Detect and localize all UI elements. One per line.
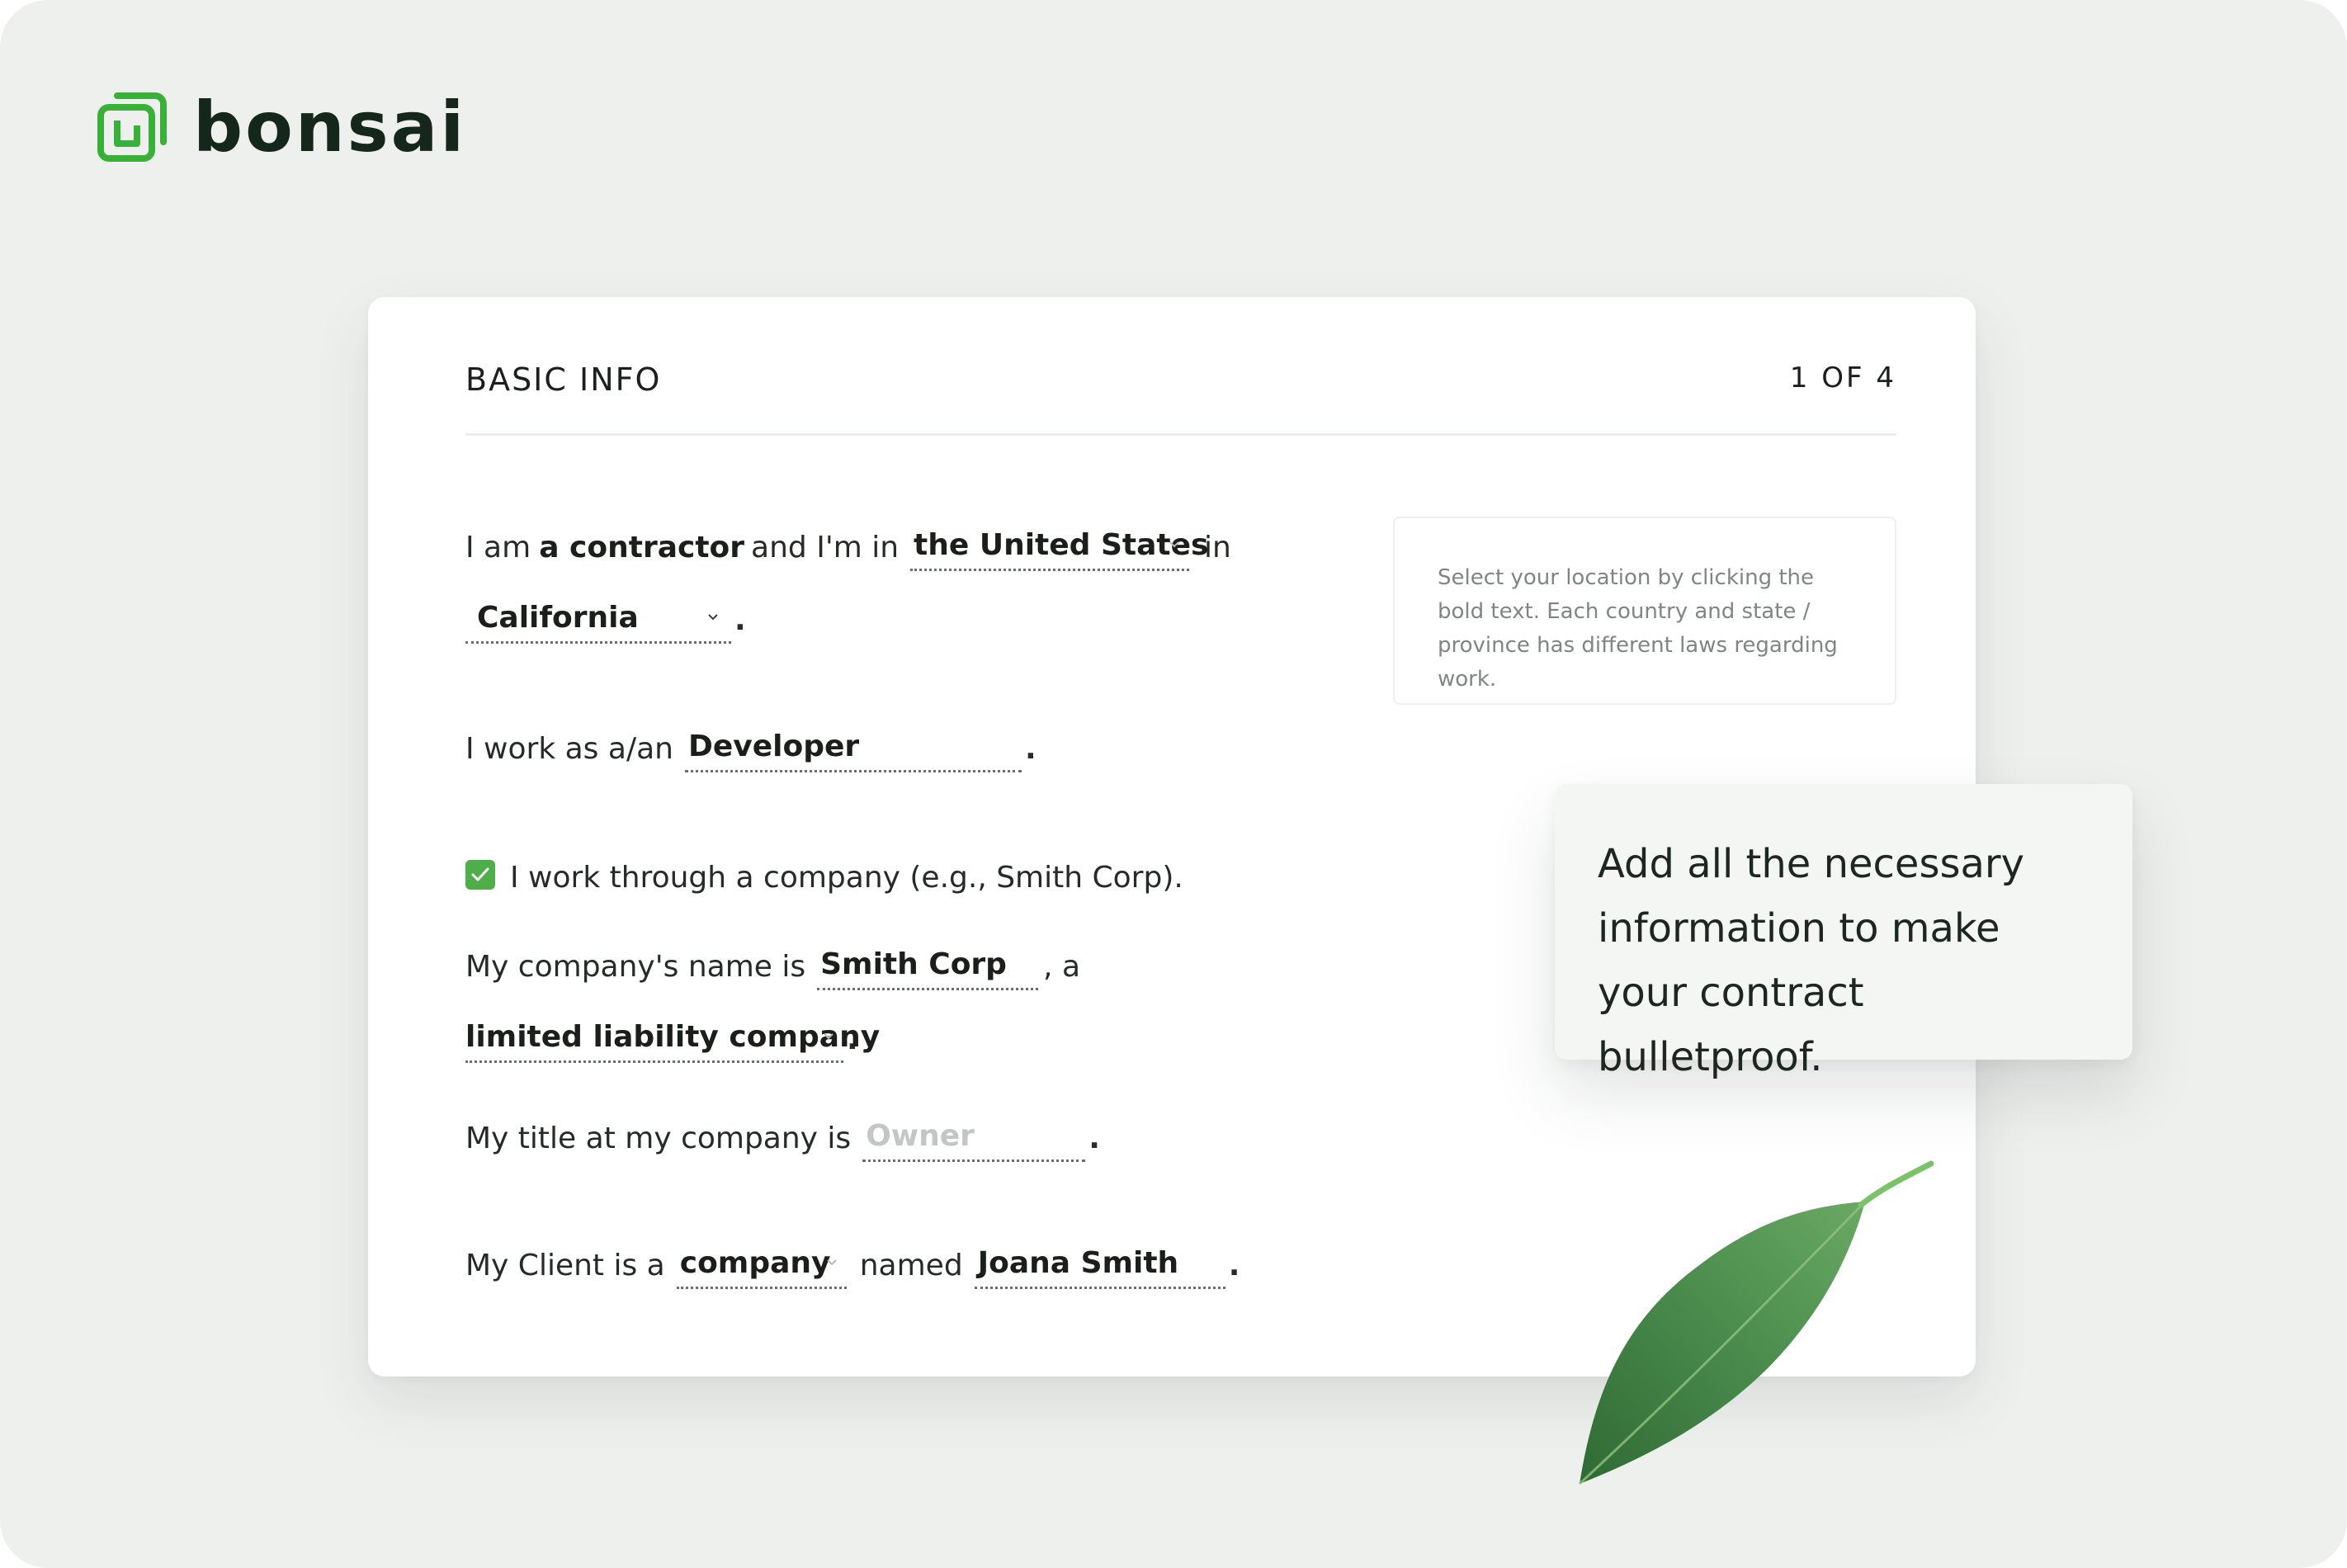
- period: .: [1228, 1249, 1240, 1282]
- text-title-is: My title at my company is: [465, 1122, 852, 1155]
- hint-text: Select your location by clicking the bol…: [1438, 565, 1838, 692]
- brand-logo[interactable]: bonsai: [97, 92, 466, 162]
- work-through-company-checkbox[interactable]: [465, 860, 495, 890]
- checkmark-icon: [471, 867, 489, 881]
- client-type-dropdown[interactable]: company: [676, 1240, 847, 1289]
- form-line-company-type: limited liability company .: [465, 1013, 880, 1063]
- chevron-down-icon: [827, 1259, 837, 1266]
- occupation-input[interactable]: Developer: [684, 723, 1022, 772]
- text-comma-a: , a: [1043, 950, 1081, 984]
- company-name-input[interactable]: Smith Corp: [817, 941, 1039, 990]
- country-dropdown[interactable]: the United States: [910, 522, 1208, 571]
- form-line-occupation: I work as a/an Developer .: [465, 723, 1037, 772]
- role-selector[interactable]: a contractor: [539, 531, 744, 571]
- country-value: the United States: [914, 528, 1209, 562]
- text-named: named: [859, 1249, 963, 1282]
- client-name-value: Joana Smith: [977, 1246, 1179, 1280]
- company-type-dropdown[interactable]: limited liability company: [465, 1013, 880, 1063]
- chevron-down-icon: [1169, 541, 1179, 548]
- bonsai-logo-icon: [97, 92, 167, 162]
- form-line-client: My Client is a company named Joana Smith…: [465, 1240, 1240, 1289]
- form-line-state: California .: [465, 594, 746, 644]
- callout-text: Add all the necessary information to mak…: [1598, 841, 2025, 1080]
- form-line-company-name: My company's name is Smith Corp , a: [465, 941, 1080, 990]
- checkbox-label[interactable]: I work through a company (e.g., Smith Co…: [510, 861, 1183, 901]
- chevron-down-icon: [708, 614, 718, 621]
- location-hint-box: Select your location by clicking the bol…: [1393, 517, 1896, 705]
- brand-name: bonsai: [193, 87, 467, 168]
- form-line-company-checkbox: I work through a company (e.g., Smith Co…: [465, 852, 1183, 901]
- company-type-value: limited liability company: [465, 1020, 881, 1054]
- title-placeholder: Owner: [866, 1119, 975, 1153]
- chevron-down-icon: [824, 1033, 833, 1040]
- form-line-location: I am a contractor and I'm in the United …: [465, 522, 1231, 571]
- client-name-input[interactable]: Joana Smith: [974, 1240, 1225, 1289]
- period: .: [1088, 1122, 1100, 1155]
- leaf-illustration: [1578, 1160, 1934, 1485]
- state-dropdown[interactable]: California: [465, 594, 731, 644]
- form-line-title: My title at my company is Owner .: [465, 1112, 1100, 1162]
- company-name-value: Smith Corp: [820, 947, 1007, 981]
- text-client-is-a: My Client is a: [465, 1249, 665, 1282]
- period: .: [734, 603, 746, 637]
- info-callout: Add all the necessary information to mak…: [1555, 784, 2132, 1080]
- text-i-work-as: I work as a/an: [465, 732, 673, 766]
- client-type-value: company: [679, 1246, 831, 1280]
- text-i-am: I am: [465, 531, 531, 564]
- occupation-value: Developer: [687, 730, 860, 763]
- page-background: bonsai BASIC INFO 1 OF 4 I am a contract…: [0, 0, 2347, 1568]
- card-header: BASIC INFO 1 OF 4: [465, 361, 1896, 436]
- state-value: California: [477, 601, 639, 635]
- text-and-im-in: and I'm in: [751, 531, 900, 564]
- text-company-name-is: My company's name is: [465, 950, 806, 984]
- period: .: [1024, 732, 1037, 766]
- section-title: BASIC INFO: [465, 361, 662, 398]
- step-indicator: 1 OF 4: [1789, 361, 1896, 394]
- title-input[interactable]: Owner: [862, 1112, 1086, 1162]
